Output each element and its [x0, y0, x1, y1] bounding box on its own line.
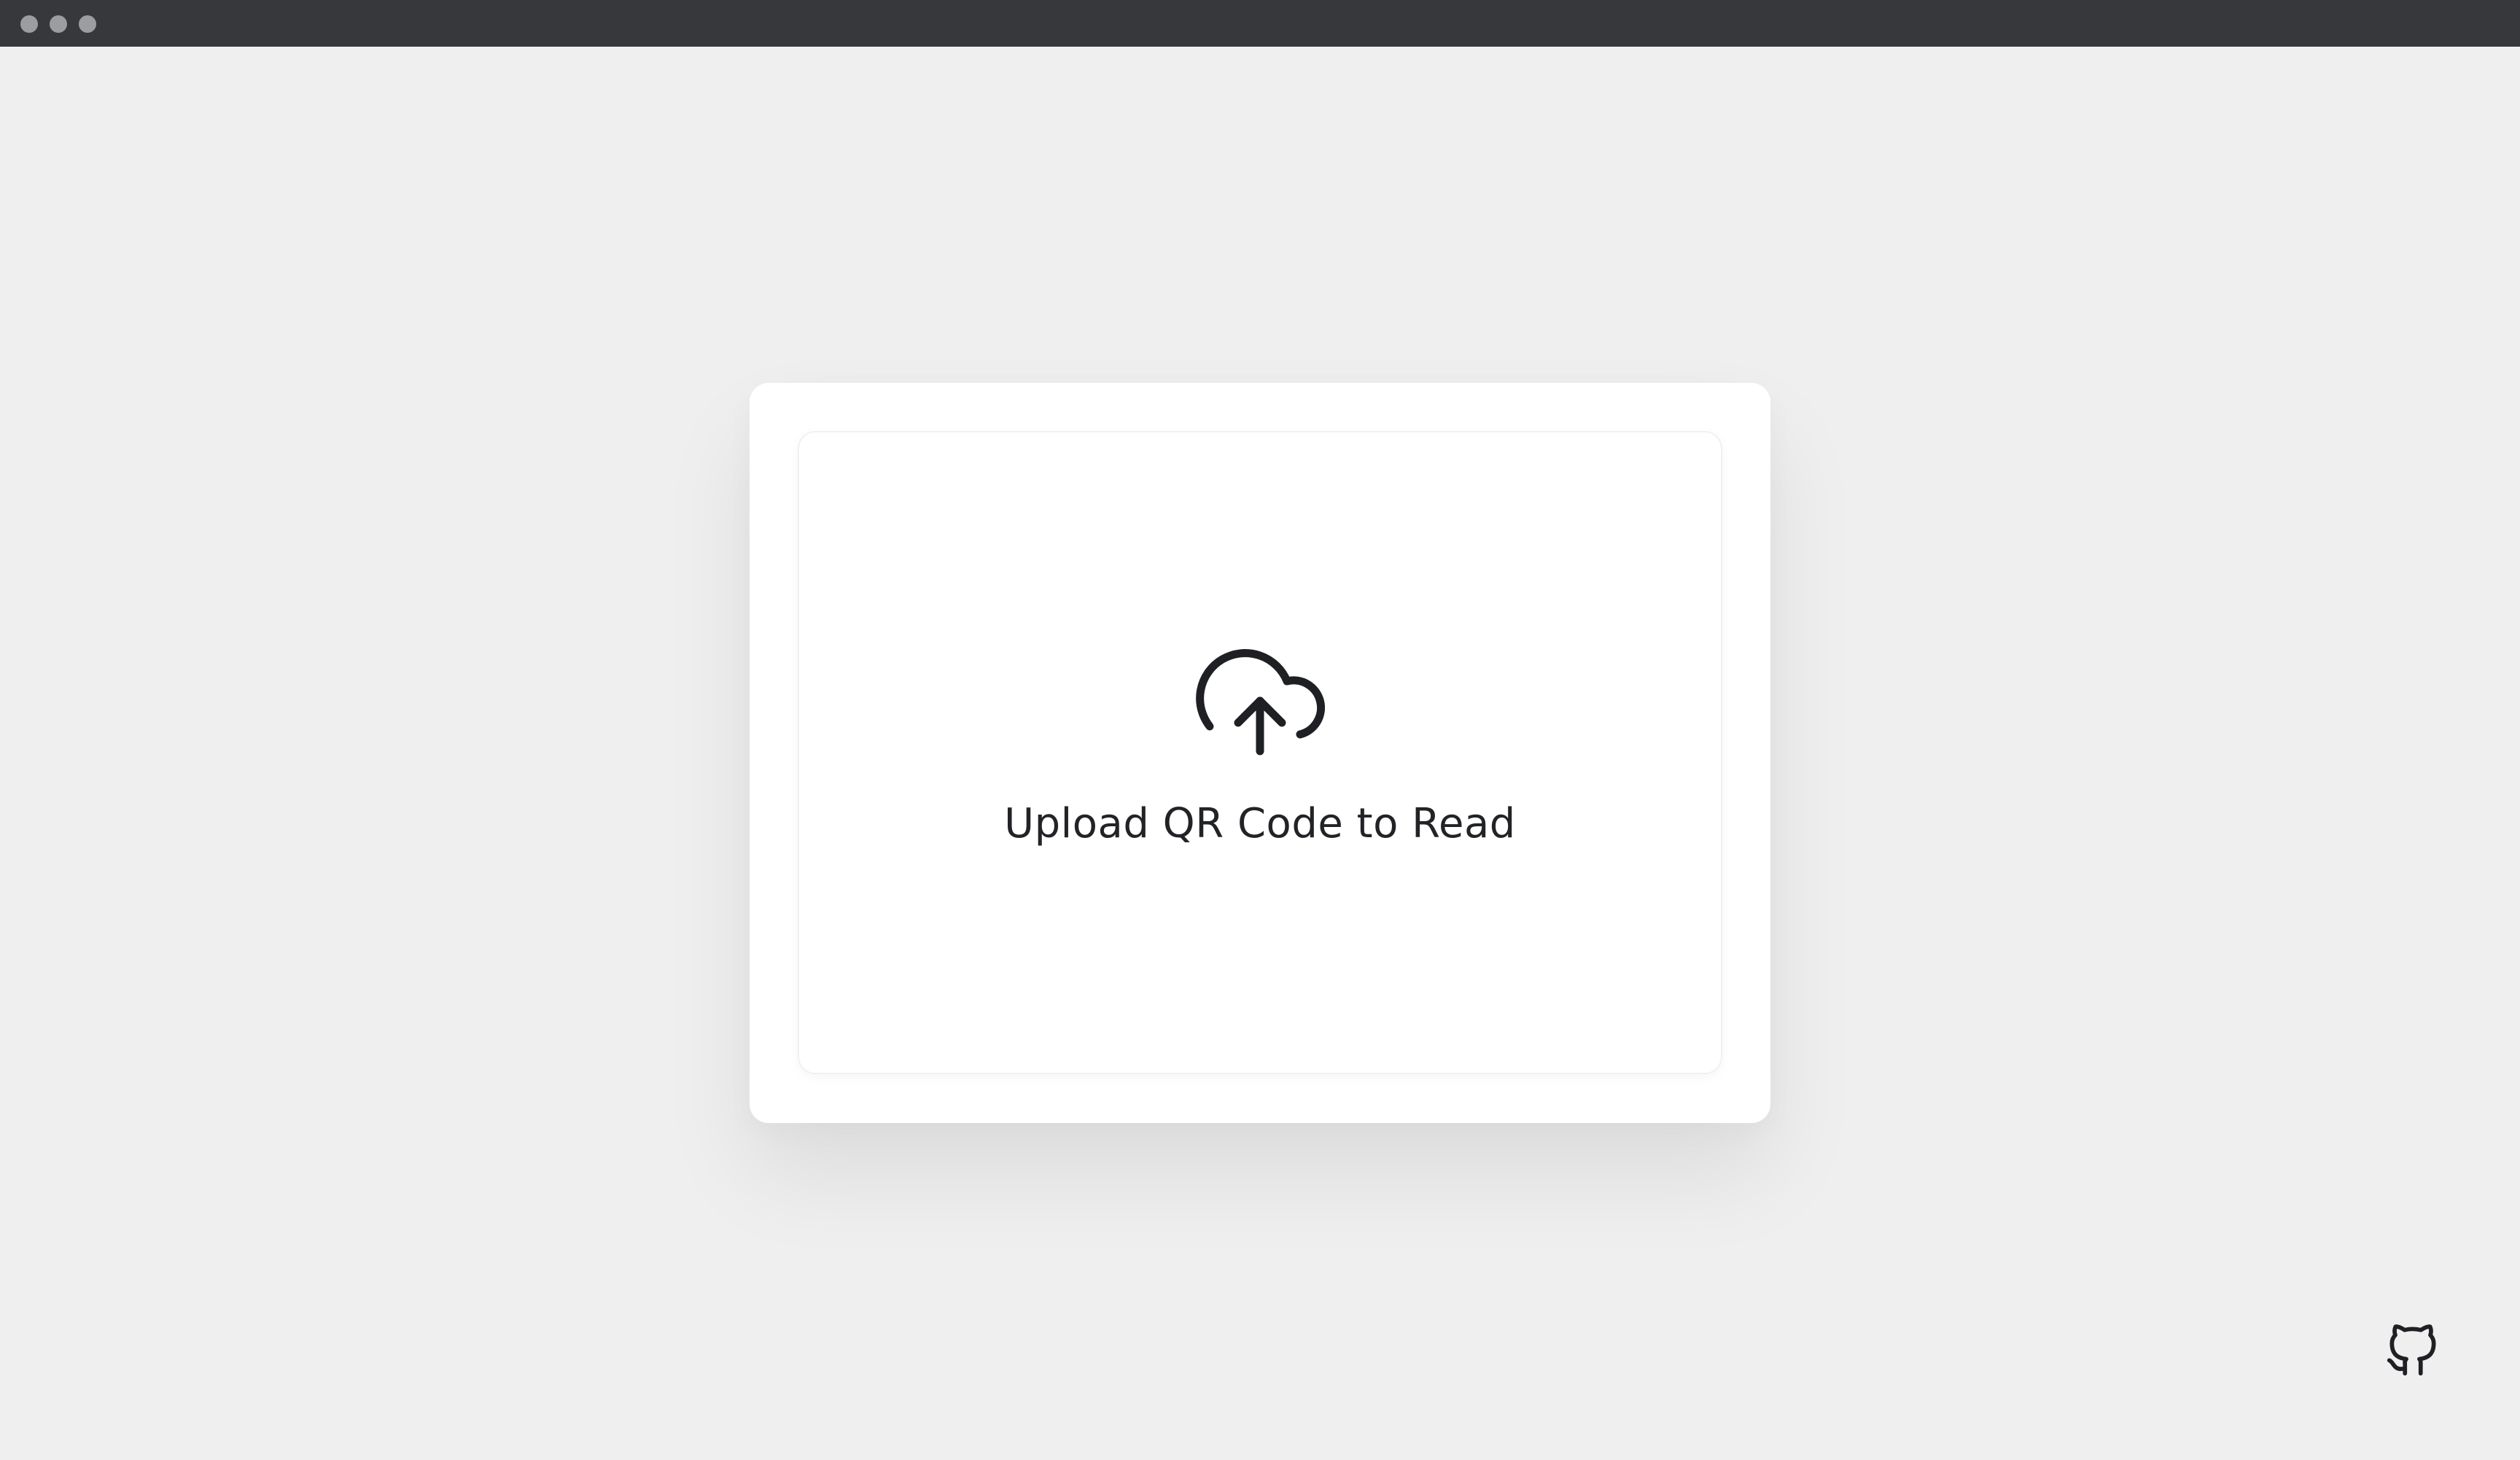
window-close-button[interactable]	[20, 15, 38, 33]
window-maximize-button[interactable]	[79, 15, 96, 33]
window-minimize-button[interactable]	[50, 15, 67, 33]
window-title-bar	[0, 0, 2520, 47]
github-icon[interactable]	[2381, 1319, 2444, 1381]
upload-label: Upload QR Code to Read	[1004, 800, 1516, 847]
cloud-upload-icon	[1196, 649, 1325, 756]
upload-card: Upload QR Code to Read	[750, 383, 1770, 1123]
upload-drop-zone[interactable]: Upload QR Code to Read	[799, 432, 1721, 1073]
